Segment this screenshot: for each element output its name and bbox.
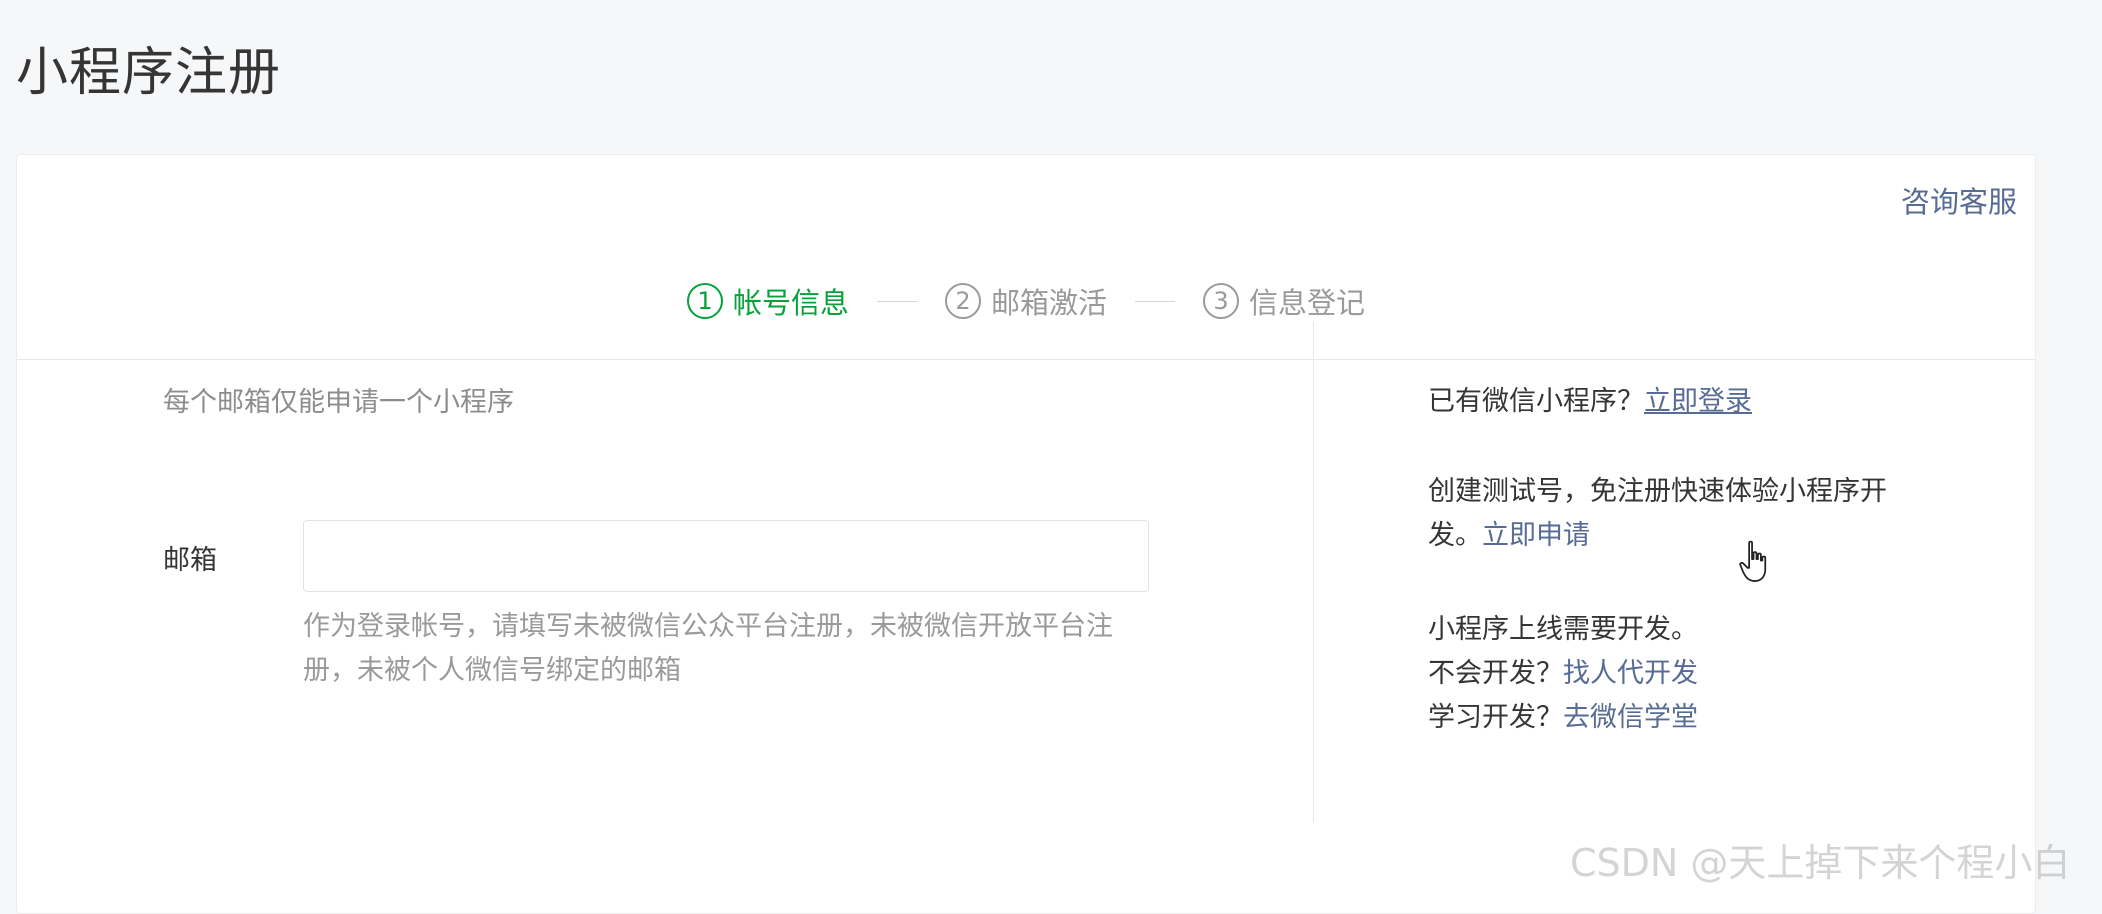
step-label: 邮箱激活 (990, 286, 1107, 320)
step-separator (876, 300, 917, 302)
learn-prefix: 学习开发？ (1428, 702, 1563, 733)
test-account-prompt: 创建测试号，免注册快速体验小程序开发。立即申请 (1428, 470, 1938, 558)
email-label: 邮箱 (163, 545, 217, 576)
step-number: 3 (1203, 283, 1239, 319)
step-info-registration: 3 信息登记 (1203, 280, 1365, 322)
login-prefix: 已有微信小程序？ (1428, 386, 1644, 417)
page-title: 小程序注册 (16, 43, 282, 103)
development-prompt: 小程序上线需要开发。 不会开发？找人代开发 学习开发？去微信学堂 (1428, 608, 1938, 740)
step-email-activation: 2 邮箱激活 (944, 280, 1107, 322)
step-number: 1 (686, 283, 723, 319)
wechat-academy-link[interactable]: 去微信学堂 (1563, 702, 1698, 733)
step-label: 信息登记 (1249, 286, 1366, 320)
outsource-line: 不会开发？找人代开发 (1428, 652, 1938, 696)
step-number: 2 (944, 283, 981, 319)
watermark: CSDN @天上掉下来个程小白 (1570, 841, 2071, 885)
email-tip: 作为登录帐号，请填写未被微信公众平台注册，未被微信开放平台注册，未被个人微信号绑… (303, 611, 1113, 686)
column-divider (1313, 322, 1314, 822)
find-developer-link[interactable]: 找人代开发 (1563, 658, 1698, 689)
dev-required-text: 小程序上线需要开发。 (1428, 614, 1698, 645)
consult-service-link[interactable]: 咨询客服 (1901, 179, 2017, 221)
login-prompt: 已有微信小程序？立即登录 (1428, 380, 1938, 424)
outsource-prefix: 不会开发？ (1428, 658, 1563, 689)
apply-now-link[interactable]: 立即申请 (1482, 520, 1590, 551)
form-hint: 每个邮箱仅能申请一个小程序 (163, 387, 514, 418)
step-label: 帐号信息 (732, 286, 849, 320)
step-account-info: 1 帐号信息 (686, 280, 849, 322)
hand-pointer-icon (1739, 540, 1767, 582)
email-input[interactable] (303, 520, 1149, 592)
learn-line: 学习开发？去微信学堂 (1428, 696, 1938, 740)
step-separator (1135, 300, 1175, 302)
step-indicator: 1 帐号信息 2 邮箱激活 3 信息登记 (17, 280, 2035, 322)
header-divider (17, 359, 2035, 360)
login-now-link[interactable]: 立即登录 (1644, 386, 1752, 417)
